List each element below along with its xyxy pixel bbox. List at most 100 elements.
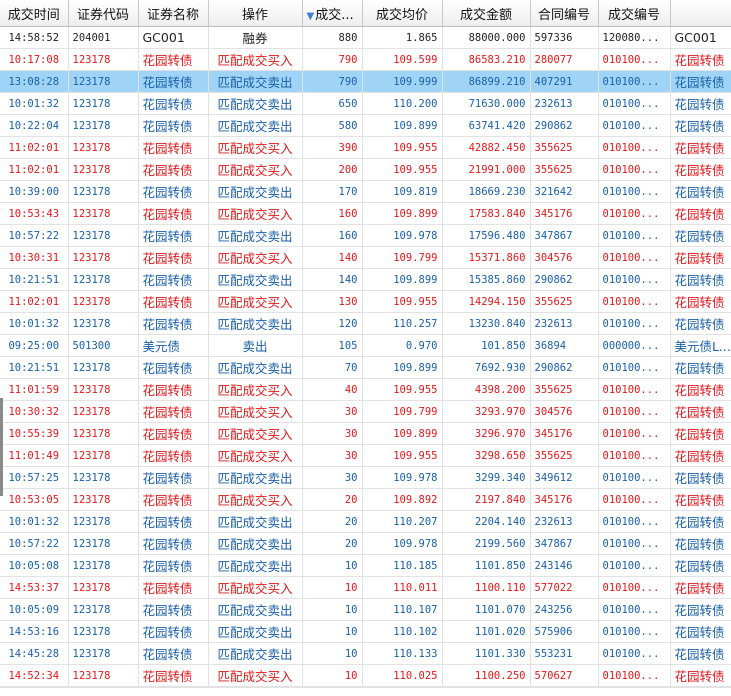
cell-trade-amount: 2204.140	[442, 510, 531, 533]
cell-operation: 匹配成交卖出	[208, 92, 303, 115]
table-row[interactable]: 13:08:28 123178 花园转债 匹配成交卖出 790 109.999 86899.…	[0, 70, 731, 93]
cell-security-name: 美元债	[138, 334, 209, 357]
table-body: 14:58:52 204001 GC001 融券 880 1.865 88000.000 59…	[0, 26, 731, 687]
cell-trade-amount: 63741.420	[442, 114, 531, 137]
table-row[interactable]: 11:01:49 123178 花园转债 匹配成交买入 30 109.955 3298.65…	[0, 444, 731, 467]
cell-avg-price: 110.025	[362, 664, 443, 687]
cell-operation: 匹配成交卖出	[208, 510, 303, 533]
cell-trade-no: 010100...	[598, 312, 671, 335]
table-row[interactable]: 10:57:25 123178 花园转债 匹配成交卖出 30 109.978 3299.34…	[0, 466, 731, 489]
cell-security-name: 花园转债	[138, 136, 209, 159]
table-row[interactable]: 10:22:04 123178 花园转债 匹配成交卖出 580 109.899 63741.…	[0, 114, 731, 137]
table-row[interactable]: 10:01:32 123178 花园转债 匹配成交卖出 650 110.200 71630.…	[0, 92, 731, 115]
cell-avg-price: 109.978	[362, 532, 443, 555]
cell-trade-amount: 1100.110	[442, 576, 531, 599]
cell-avg-price: 109.955	[362, 444, 443, 467]
cell-trade-time: 14:53:37	[0, 576, 69, 599]
cell-trade-amount: 71630.000	[442, 92, 531, 115]
table-row[interactable]: 10:57:22 123178 花园转债 匹配成交卖出 160 109.978 17596.…	[0, 224, 731, 247]
cell-avg-price: 109.799	[362, 400, 443, 423]
cell-trade-amount: 1101.070	[442, 598, 531, 621]
header-contract-no[interactable]: 合同编号	[530, 0, 599, 27]
table-row[interactable]: 10:39:00 123178 花园转债 匹配成交卖出 170 109.819 18669.…	[0, 180, 731, 203]
table-row[interactable]: 10:57:22 123178 花园转债 匹配成交卖出 20 109.978 2199.56…	[0, 532, 731, 555]
cell-trade-no: 010100...	[598, 554, 671, 577]
table-row[interactable]: 11:02:01 123178 花园转债 匹配成交买入 200 109.955 21991.…	[0, 158, 731, 181]
cell-contract-no: 280077	[530, 48, 599, 71]
cell-avg-price: 109.955	[362, 158, 443, 181]
cell-security-code: 123178	[68, 180, 139, 203]
cell-avg-price: 110.185	[362, 554, 443, 577]
header-trade-time[interactable]: 成交时间	[0, 0, 69, 27]
cell-trade-time: 10:30:32	[0, 400, 69, 423]
table-row[interactable]: 14:58:52 204001 GC001 融券 880 1.865 88000.000 59…	[0, 26, 731, 49]
cell-security-code: 123178	[68, 378, 139, 401]
cell-trade-no: 010100...	[598, 268, 671, 291]
cell-security-name: GC001	[138, 26, 209, 49]
table-row[interactable]: 09:25:00 501300 美元债 卖出 105 0.970 101.850 36894 0…	[0, 334, 731, 357]
cell-trade-no: 010100...	[598, 70, 671, 93]
cell-market-name: 花园转债	[670, 510, 731, 533]
cell-operation: 匹配成交买入	[208, 378, 303, 401]
header-trade-quantity[interactable]: ▼成交...	[302, 0, 363, 27]
header-security-name[interactable]: 证券名称	[138, 0, 209, 27]
table-row[interactable]: 10:53:43 123178 花园转债 匹配成交买入 160 109.899 17583.…	[0, 202, 731, 225]
trade-records-table: 成交时间 证券代码 证券名称 操作 ▼成交... 成交均价 成交金额 合同编号 成交编号 14:…	[0, 0, 731, 687]
cell-trade-time: 10:57:25	[0, 466, 69, 489]
table-row[interactable]: 14:53:37 123178 花园转债 匹配成交买入 10 110.011 1100.11…	[0, 576, 731, 599]
cell-trade-quantity: 10	[302, 598, 363, 621]
cell-operation: 匹配成交买入	[208, 202, 303, 225]
table-row[interactable]: 10:05:08 123178 花园转债 匹配成交卖出 10 110.185 1101.85…	[0, 554, 731, 577]
cell-security-code: 123178	[68, 444, 139, 467]
table-row[interactable]: 10:17:08 123178 花园转债 匹配成交买入 790 109.599 86583.…	[0, 48, 731, 71]
cell-security-name: 花园转债	[138, 290, 209, 313]
table-row[interactable]: 10:01:32 123178 花园转债 匹配成交卖出 120 110.257 13230.…	[0, 312, 731, 335]
cell-trade-amount: 42882.450	[442, 136, 531, 159]
cell-trade-time: 14:58:52	[0, 26, 69, 49]
cell-trade-time: 09:25:00	[0, 334, 69, 357]
cell-trade-amount: 17583.840	[442, 202, 531, 225]
cell-trade-amount: 3296.970	[442, 422, 531, 445]
cell-contract-no: 321642	[530, 180, 599, 203]
table-row[interactable]: 11:02:01 123178 花园转债 匹配成交买入 390 109.955 42882.…	[0, 136, 731, 159]
cell-security-name: 花园转债	[138, 70, 209, 93]
header-security-code[interactable]: 证券代码	[68, 0, 139, 27]
cell-security-name: 花园转债	[138, 158, 209, 181]
header-trade-amount[interactable]: 成交金额	[442, 0, 531, 27]
table-row[interactable]: 10:53:05 123178 花园转债 匹配成交买入 20 109.892 2197.84…	[0, 488, 731, 511]
cell-market-name: 花园转债	[670, 290, 731, 313]
cell-operation: 匹配成交卖出	[208, 554, 303, 577]
header-operation[interactable]: 操作	[208, 0, 303, 27]
table-row[interactable]: 14:53:16 123178 花园转债 匹配成交卖出 10 110.102 1101.02…	[0, 620, 731, 643]
table-row[interactable]: 10:30:32 123178 花园转债 匹配成交买入 30 109.799 3293.97…	[0, 400, 731, 423]
header-avg-price[interactable]: 成交均价	[362, 0, 443, 27]
cell-security-name: 花园转债	[138, 246, 209, 269]
table-row[interactable]: 11:01:59 123178 花园转债 匹配成交买入 40 109.955 4398.20…	[0, 378, 731, 401]
cell-market-name: 花园转债	[670, 158, 731, 181]
table-row[interactable]: 10:21:51 123178 花园转债 匹配成交卖出 70 109.899 7692.93…	[0, 356, 731, 379]
cell-security-name: 花园转债	[138, 268, 209, 291]
table-row[interactable]: 10:01:32 123178 花园转债 匹配成交卖出 20 110.207 2204.14…	[0, 510, 731, 533]
table-row[interactable]: 10:55:39 123178 花园转债 匹配成交买入 30 109.899 3296.97…	[0, 422, 731, 445]
table-row[interactable]: 14:45:28 123178 花园转债 匹配成交卖出 10 110.133 1101.33…	[0, 642, 731, 665]
cell-operation: 匹配成交买入	[208, 136, 303, 159]
cell-operation: 匹配成交卖出	[208, 224, 303, 247]
cell-security-code: 123178	[68, 356, 139, 379]
cell-trade-time: 10:39:00	[0, 180, 69, 203]
header-trade-no[interactable]: 成交编号	[598, 0, 671, 27]
header-label: 成交金额	[459, 7, 512, 23]
resize-handle[interactable]	[0, 398, 3, 496]
cell-operation: 卖出	[208, 334, 303, 357]
header-label: 合同编号	[537, 7, 590, 23]
table-row[interactable]: 10:21:51 123178 花园转债 匹配成交卖出 140 109.899 15385.…	[0, 268, 731, 291]
cell-operation: 匹配成交卖出	[208, 620, 303, 643]
cell-trade-quantity: 10	[302, 620, 363, 643]
table-row[interactable]: 11:02:01 123178 花园转债 匹配成交买入 130 109.955 14294.…	[0, 290, 731, 313]
header-extra[interactable]	[670, 0, 731, 27]
cell-trade-no: 010100...	[598, 356, 671, 379]
table-row[interactable]: 14:52:34 123178 花园转债 匹配成交买入 10 110.025 1100.25…	[0, 664, 731, 687]
cell-avg-price: 109.899	[362, 202, 443, 225]
table-row[interactable]: 10:30:31 123178 花园转债 匹配成交买入 140 109.799 15371.…	[0, 246, 731, 269]
table-row[interactable]: 10:05:09 123178 花园转债 匹配成交卖出 10 110.107 1101.07…	[0, 598, 731, 621]
cell-security-code: 123178	[68, 598, 139, 621]
